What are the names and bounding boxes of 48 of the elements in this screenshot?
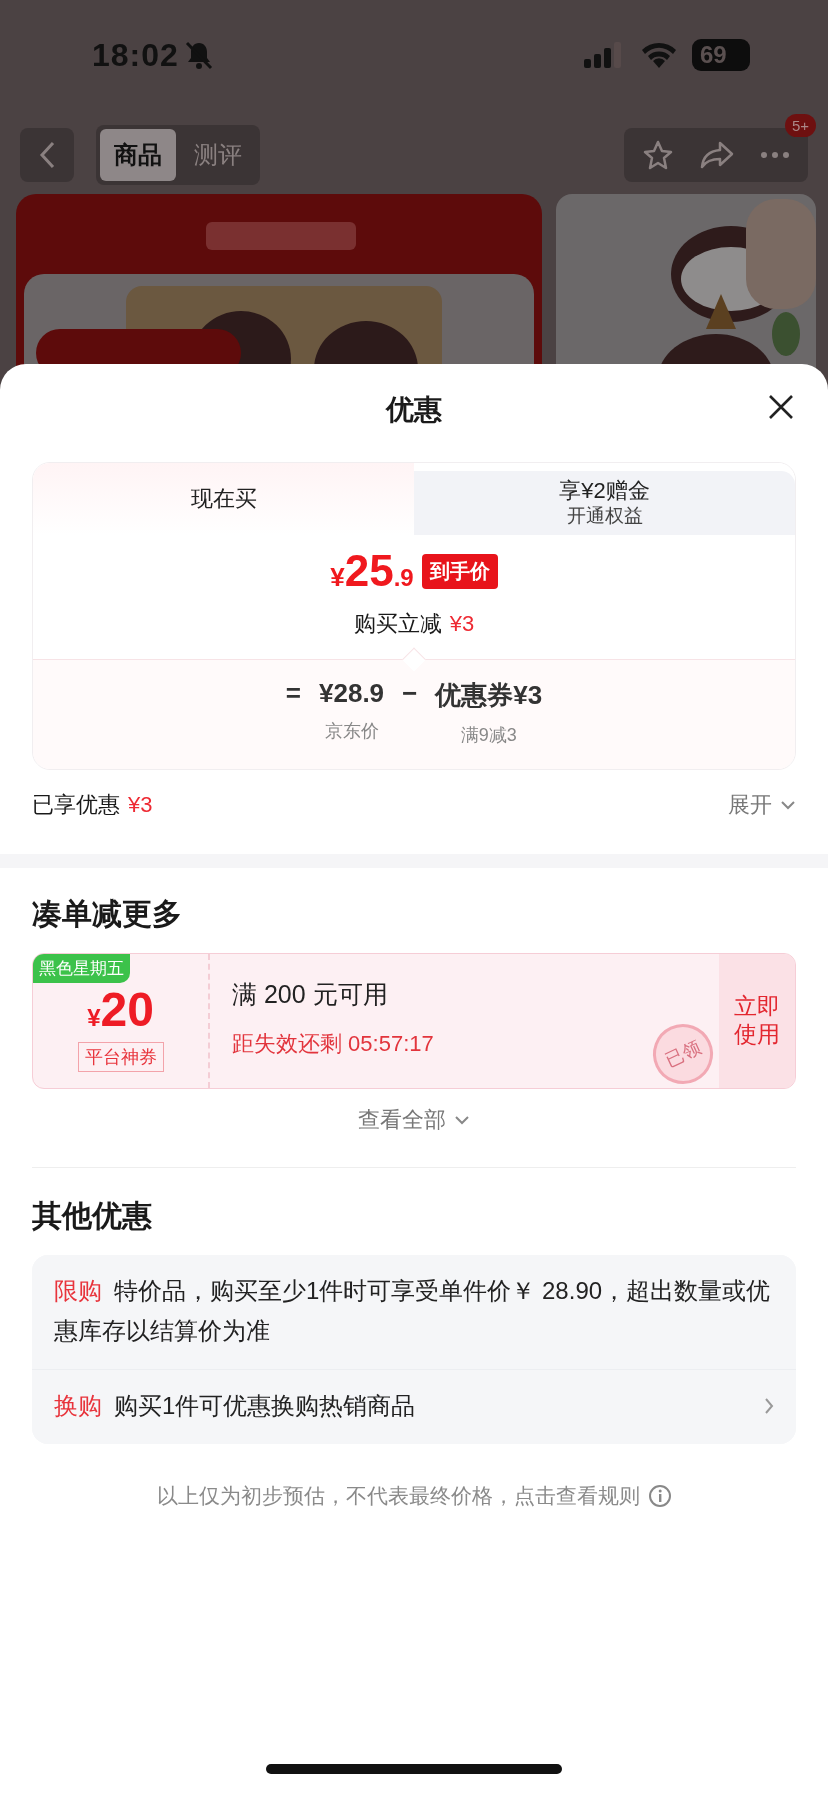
expand-button[interactable]: 展开 bbox=[728, 790, 796, 820]
coupon-condition: 满 200 元可用 bbox=[232, 979, 388, 1010]
discount-label: 购买立减 bbox=[353, 610, 442, 638]
more-button[interactable] bbox=[760, 151, 790, 159]
wifi-icon bbox=[640, 41, 678, 69]
discount-amount: ¥3 bbox=[449, 611, 475, 637]
price-tag: 到手价 bbox=[421, 553, 498, 589]
sheet-title: 优惠 bbox=[386, 393, 442, 427]
offer-text: 限购 特价品，购买至少1件时可享受单件价￥ 28.90，超出数量或优惠库存以结算价为准 bbox=[54, 1276, 772, 1346]
battery-level: 69 bbox=[692, 39, 750, 71]
share-icon bbox=[700, 140, 734, 170]
info-icon[interactable] bbox=[647, 1484, 672, 1508]
formula-value: 优惠券¥3 bbox=[435, 679, 543, 712]
enjoyed-label: 已享优惠 bbox=[32, 791, 120, 819]
section-title: 凑单减更多 bbox=[31, 896, 183, 932]
chevron-right-icon bbox=[764, 1397, 774, 1415]
coupon-countdown: 距失效还剩 05:57:17 bbox=[232, 1030, 434, 1058]
coupon-amount: ¥20 bbox=[87, 986, 154, 1034]
signal-icon bbox=[584, 42, 624, 68]
back-icon bbox=[38, 140, 56, 170]
price-tab[interactable]: 享¥2赠金 开通权益 bbox=[414, 471, 795, 535]
coupon-type: 平台神券 bbox=[77, 1042, 164, 1072]
favorite-button[interactable] bbox=[642, 139, 674, 171]
bell-muted-icon bbox=[184, 40, 213, 70]
formula-operator: = bbox=[285, 678, 301, 709]
disclaimer-text: 以上仅为初步预估，不代表最终价格，点击查看规则 bbox=[156, 1483, 640, 1509]
chevron-down-icon bbox=[780, 800, 796, 810]
formula-operator: − bbox=[402, 678, 418, 709]
chevron-down-icon bbox=[454, 1115, 470, 1125]
more-icon bbox=[760, 151, 790, 159]
final-price: ¥25.9 bbox=[330, 549, 414, 593]
formula-value: ¥28.9 bbox=[319, 678, 385, 709]
clock-time: 18:02 bbox=[92, 36, 179, 74]
formula-caption: 满9减3 bbox=[460, 724, 517, 747]
offer-text: 换购 购买1件可优惠换购热销商品 bbox=[54, 1391, 417, 1421]
share-button[interactable] bbox=[700, 140, 734, 170]
star-icon bbox=[642, 139, 674, 171]
formula-caption: 京东价 bbox=[324, 720, 379, 743]
close-icon bbox=[768, 394, 794, 420]
enjoyed-amount: ¥3 bbox=[128, 792, 153, 818]
tab[interactable]: 测评 bbox=[180, 129, 256, 181]
section-title: 其他优惠 bbox=[31, 1198, 153, 1234]
back-button[interactable] bbox=[20, 128, 74, 182]
notification-badge: 5+ bbox=[784, 114, 816, 137]
coupon-tag: 黑色星期五 bbox=[33, 954, 130, 983]
use-button[interactable]: 立即使用 bbox=[719, 954, 795, 1088]
tab[interactable]: 商品 bbox=[100, 129, 176, 181]
view-all-button[interactable]: 查看全部 bbox=[358, 1105, 470, 1135]
